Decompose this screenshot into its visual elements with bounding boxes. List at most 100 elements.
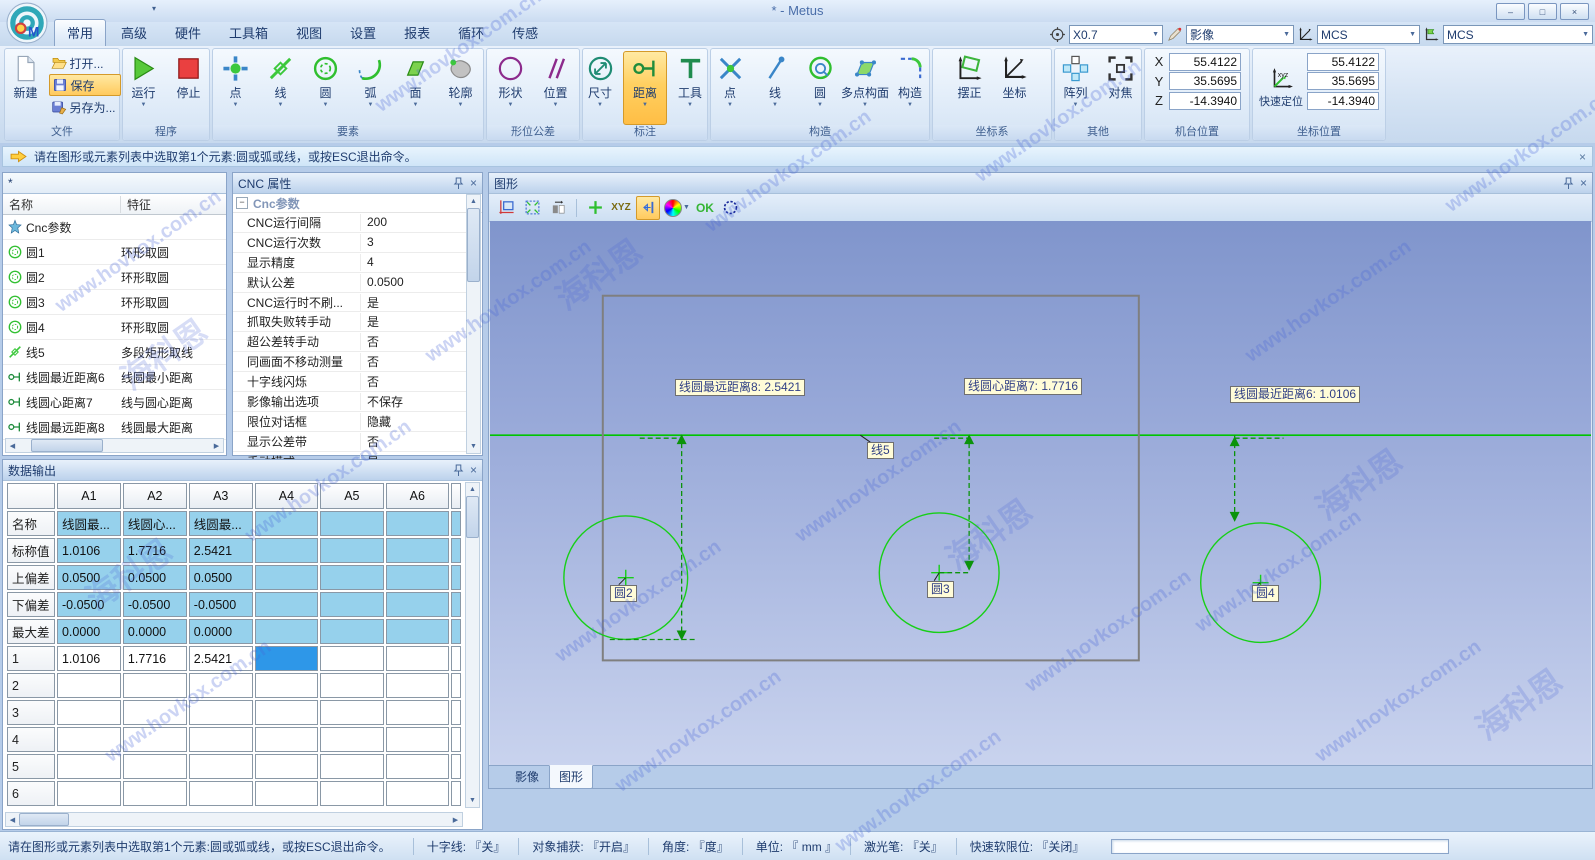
多点构面-button[interactable]: 多点构面▼ bbox=[843, 51, 887, 125]
阵列-button[interactable]: 阵列▼ bbox=[1054, 51, 1098, 125]
table-cell[interactable]: 0.0500 bbox=[57, 565, 121, 590]
运行-button[interactable]: 运行▼ bbox=[122, 51, 166, 125]
工具-button[interactable]: 工具▼ bbox=[668, 51, 712, 125]
column-name[interactable]: 名称 bbox=[3, 196, 121, 213]
点-button[interactable]: 点▼ bbox=[708, 51, 752, 125]
table-cell[interactable] bbox=[386, 700, 449, 725]
table-cell[interactable] bbox=[320, 673, 383, 698]
ribbon-tab-高级[interactable]: 高级 bbox=[108, 19, 160, 46]
cnc-parameter-row[interactable]: 影像输出选项不保存 bbox=[233, 392, 466, 412]
element-row-线圆最近距离6[interactable]: 线圆最近距离6线圆最小距离 bbox=[3, 365, 226, 390]
table-cell[interactable] bbox=[386, 727, 449, 752]
table-cell[interactable] bbox=[320, 781, 383, 806]
view-tab-影像[interactable]: 影像 bbox=[505, 766, 549, 789]
table-cell[interactable] bbox=[123, 754, 187, 779]
cnc-parameter-row[interactable]: CNC运行时不刷...是 bbox=[233, 293, 466, 313]
row-label-4[interactable]: 4 bbox=[7, 727, 55, 752]
element-row-圆2[interactable]: 圆2环形取圆 bbox=[3, 265, 226, 290]
点-button[interactable]: 点▼ bbox=[214, 51, 258, 125]
table-cell[interactable] bbox=[386, 619, 449, 644]
measure-label-dist8[interactable]: 线圆最远距离8: 2.5421 bbox=[675, 379, 805, 396]
view-tab-图形[interactable]: 图形 bbox=[549, 765, 593, 789]
column-header-A2[interactable]: A2 bbox=[123, 483, 187, 509]
table-cell[interactable]: 0.0000 bbox=[57, 619, 121, 644]
quick-access-dropdown-icon[interactable]: ▾ bbox=[152, 4, 156, 13]
close-panel-icon[interactable]: × bbox=[470, 463, 477, 477]
coord-position-value-1[interactable]: 55.4122 bbox=[1307, 53, 1379, 71]
data-output-vscrollbar[interactable]: ▲▼ bbox=[465, 482, 480, 808]
保存-button[interactable]: 保存 bbox=[49, 74, 121, 96]
table-cell[interactable]: 0.0000 bbox=[123, 619, 187, 644]
cnc-parameter-row[interactable]: CNC运行次数3 bbox=[233, 233, 466, 253]
quick-position-button[interactable]: xyz快速定位 bbox=[1259, 51, 1303, 125]
table-cell[interactable]: 1.0106 bbox=[57, 538, 121, 563]
另存为...-button[interactable]: 另存为... bbox=[49, 97, 121, 117]
线-button[interactable]: 线▼ bbox=[259, 51, 303, 125]
table-cell[interactable] bbox=[386, 565, 449, 590]
table-cell[interactable] bbox=[255, 700, 318, 725]
close-panel-icon[interactable]: × bbox=[470, 176, 477, 190]
crosshair-plus-icon[interactable] bbox=[584, 197, 606, 219]
ribbon-tab-常用[interactable]: 常用 bbox=[54, 19, 106, 46]
table-cell[interactable] bbox=[386, 511, 449, 536]
table-cell[interactable] bbox=[57, 727, 121, 752]
形状-button[interactable]: 形状▼ bbox=[489, 51, 533, 125]
part-boundary-rect[interactable] bbox=[603, 296, 1139, 661]
circle-tool-icon[interactable] bbox=[720, 197, 742, 219]
table-cell[interactable] bbox=[255, 511, 318, 536]
ok-button[interactable]: OK bbox=[694, 197, 716, 219]
fit-view-icon[interactable] bbox=[521, 197, 543, 219]
打开...-button[interactable]: 打开... bbox=[49, 53, 121, 73]
cnc-parameter-row[interactable]: CNC运行间隔200 bbox=[233, 213, 466, 233]
view-window-icon[interactable] bbox=[495, 197, 517, 219]
table-cell[interactable] bbox=[255, 673, 318, 698]
element-row-Cnc参数[interactable]: Cnc参数 bbox=[3, 215, 226, 240]
measure-label-dist6[interactable]: 线圆最近距离6: 1.0106 bbox=[1230, 386, 1360, 403]
圆-button[interactable]: 圆▼ bbox=[304, 51, 348, 125]
table-cell[interactable] bbox=[255, 565, 318, 590]
ribbon-tab-传感[interactable]: 传感 bbox=[499, 19, 551, 46]
measure-label-circle3[interactable]: 圆3 bbox=[927, 581, 954, 598]
cnc-parameter-row[interactable]: 默认公差0.0500 bbox=[233, 273, 466, 293]
table-cell[interactable] bbox=[320, 511, 383, 536]
measure-label-circle2[interactable]: 圆2 bbox=[610, 585, 637, 602]
column-header-A3[interactable]: A3 bbox=[189, 483, 253, 509]
table-cell[interactable] bbox=[451, 592, 461, 617]
table-cell[interactable] bbox=[189, 700, 253, 725]
table-cell[interactable]: -0.0500 bbox=[57, 592, 121, 617]
摆正-button[interactable]: 摆正 bbox=[948, 51, 992, 125]
table-cell[interactable] bbox=[386, 592, 449, 617]
table-cell[interactable] bbox=[451, 565, 461, 590]
table-cell[interactable] bbox=[386, 646, 449, 671]
table-cell[interactable] bbox=[255, 754, 318, 779]
table-cell[interactable]: 2.5421 bbox=[189, 646, 253, 671]
table-cell[interactable] bbox=[57, 781, 121, 806]
row-label-5[interactable]: 5 bbox=[7, 754, 55, 779]
table-cell[interactable] bbox=[451, 700, 461, 725]
element-row-线圆心距离7[interactable]: 线圆心距离7线与圆心距离 bbox=[3, 390, 226, 415]
table-cell[interactable] bbox=[189, 673, 253, 698]
table-cell[interactable]: 线圆最... bbox=[189, 511, 253, 536]
element-row-圆1[interactable]: 圆1环形取圆 bbox=[3, 240, 226, 265]
table-cell[interactable] bbox=[57, 754, 121, 779]
table-cell[interactable] bbox=[255, 781, 318, 806]
table-cell[interactable] bbox=[57, 700, 121, 725]
轮廓-button[interactable]: 轮廓▼ bbox=[439, 51, 483, 125]
table-cell[interactable] bbox=[255, 592, 318, 617]
magnification-select[interactable]: X0.7▼ bbox=[1069, 25, 1163, 44]
table-cell[interactable] bbox=[320, 727, 383, 752]
table-cell[interactable]: 2.5421 bbox=[189, 538, 253, 563]
ribbon-tab-循环[interactable]: 循环 bbox=[445, 19, 497, 46]
ribbon-tab-视图[interactable]: 视图 bbox=[283, 19, 335, 46]
面-button[interactable]: 面▼ bbox=[394, 51, 438, 125]
machine-z-value[interactable]: -14.3940 bbox=[1169, 92, 1241, 110]
table-cell[interactable] bbox=[189, 727, 253, 752]
坐标-button[interactable]: 坐标 bbox=[993, 51, 1037, 125]
measure-label-line5[interactable]: 线5 bbox=[867, 442, 894, 459]
ribbon-tab-硬件[interactable]: 硬件 bbox=[162, 19, 214, 46]
table-cell[interactable] bbox=[451, 781, 461, 806]
table-cell[interactable] bbox=[320, 700, 383, 725]
cnc-parameter-row[interactable]: 显示公差带否 bbox=[233, 432, 466, 452]
element-row-圆3[interactable]: 圆3环形取圆 bbox=[3, 290, 226, 315]
table-cell[interactable]: 1.0106 bbox=[57, 646, 121, 671]
